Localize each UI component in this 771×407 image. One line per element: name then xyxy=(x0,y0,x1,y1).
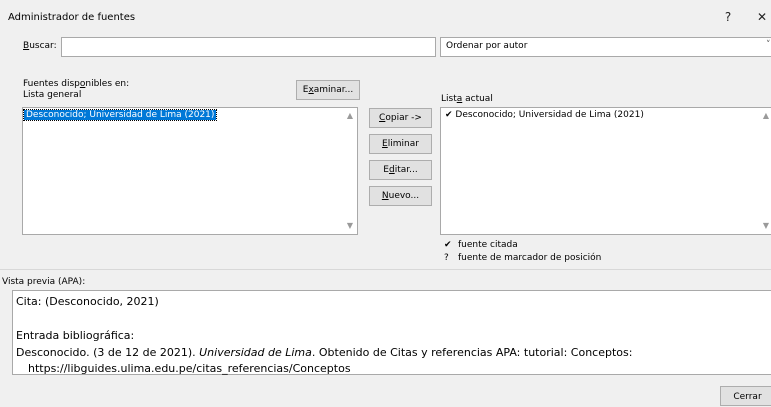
section-divider xyxy=(0,269,771,270)
placeholder-question-icon: ? xyxy=(444,253,449,263)
master-list-label: Lista general xyxy=(23,90,82,100)
preview-reference: Desconocido. (3 de 12 de 2021). Universi… xyxy=(16,344,632,361)
copy-label: opiar -> xyxy=(385,113,422,123)
sort-select-value: Ordenar por autor xyxy=(446,41,528,51)
sources-available-label-text-1: Fuentes disp xyxy=(23,79,80,89)
preview-reference-title: Universidad de Lima xyxy=(199,346,312,359)
current-source-list[interactable]: ✔ Desconocido; Universidad de Lima (2021… xyxy=(440,107,771,235)
cited-check-icon: ✔ xyxy=(444,240,452,250)
new-button[interactable]: Nuevo... xyxy=(369,186,432,206)
help-button[interactable]: ? xyxy=(718,8,738,26)
legend-placeholder: ? fuente de marcador de posición xyxy=(444,253,601,263)
new-label: uevo... xyxy=(388,191,420,201)
scroll-down-icon[interactable]: ▼ xyxy=(345,221,355,230)
list-item[interactable]: ✔ Desconocido; Universidad de Lima (2021… xyxy=(445,110,644,120)
preview-box: Cita: (Desconocido, 2021) Entrada biblio… xyxy=(12,290,771,375)
chevron-down-icon: ˅ xyxy=(766,40,771,50)
master-source-list[interactable]: Desconocido; Universidad de Lima (2021) … xyxy=(22,107,358,235)
scroll-up-icon[interactable]: ▲ xyxy=(761,111,771,120)
preview-reference-text-1: Desconocido. (3 de 12 de 2021). xyxy=(16,346,200,359)
new-label-accelerator: N xyxy=(381,191,389,201)
list-item-label: Desconocido; Universidad de Lima (2021) xyxy=(455,110,644,120)
preview-bibliography-heading: Entrada bibliográfica: xyxy=(16,329,135,342)
current-list-label-2: actual xyxy=(462,94,493,104)
current-list-label: Lista actual xyxy=(441,94,493,104)
copy-button[interactable]: Copiar -> xyxy=(369,108,432,128)
delete-label: liminar xyxy=(387,139,419,149)
current-list-label-1: List xyxy=(441,94,457,104)
list-item-label: Desconocido; Universidad de Lima (2021) xyxy=(22,109,218,121)
list-item[interactable]: Desconocido; Universidad de Lima (2021) xyxy=(22,109,218,121)
sort-select[interactable]: Ordenar por autor ˅ xyxy=(440,37,771,57)
legend-placeholder-text: fuente de marcador de posición xyxy=(458,253,602,263)
preview-label: Vista previa (APA): xyxy=(2,277,86,287)
legend-cited: ✔ fuente citada xyxy=(444,240,518,250)
sources-available-label-text-2: nibles en: xyxy=(85,79,130,89)
scroll-up-icon[interactable]: ▲ xyxy=(345,111,355,120)
browse-label-2: aminar... xyxy=(313,85,354,95)
close-button[interactable]: Cerrar xyxy=(720,386,771,406)
scroll-down-icon[interactable]: ▼ xyxy=(761,221,771,230)
edit-label-2: itar... xyxy=(394,165,418,175)
search-label: Buscar: xyxy=(23,41,57,51)
search-label-text: uscar: xyxy=(29,41,57,51)
legend-cited-text: fuente citada xyxy=(458,240,518,250)
preview-citation: Cita: (Desconocido, 2021) xyxy=(16,295,159,308)
search-input[interactable] xyxy=(61,37,436,57)
delete-button[interactable]: Eliminar xyxy=(369,134,432,154)
preview-reference-text-2: . Obtenido de Citas y referencias APA: t… xyxy=(311,346,633,359)
close-window-button[interactable]: ✕ xyxy=(752,8,771,26)
edit-button[interactable]: Editar... xyxy=(369,160,432,180)
window-title: Administrador de fuentes xyxy=(8,12,136,23)
cited-check-icon: ✔ xyxy=(445,110,453,120)
preview-reference-url: https://libguides.ulima.edu.pe/citas_ref… xyxy=(28,362,351,375)
browse-button[interactable]: Examinar... xyxy=(296,80,360,100)
sources-available-label: Fuentes disponibles en: xyxy=(23,79,129,89)
